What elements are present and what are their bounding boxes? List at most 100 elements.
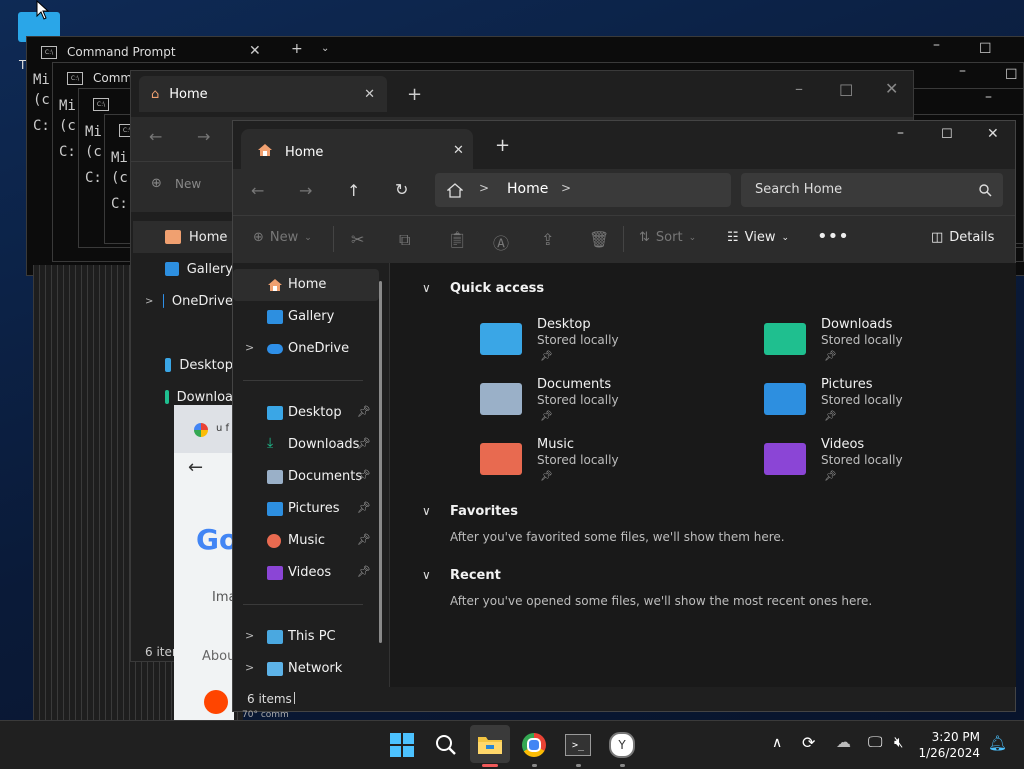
search-input[interactable]: Search Home [755, 182, 842, 197]
cloud-offline-icon[interactable]: ☁ [836, 733, 851, 751]
chevron-right-icon[interactable]: > [245, 661, 254, 674]
back-icon[interactable]: ← [149, 127, 162, 146]
sidebar-item-this-pc[interactable]: >This PC [233, 621, 379, 653]
quick-access-item-documents[interactable]: Documents Stored locally 📌︎ [480, 377, 740, 433]
close-tab-icon[interactable]: ✕ [249, 43, 261, 59]
volume-muted-icon[interactable]: 🔇︎ [894, 733, 903, 751]
pin-icon[interactable]: 📌︎ [357, 437, 371, 450]
start-button[interactable] [388, 731, 416, 759]
minimize-icon[interactable]: – [795, 79, 803, 98]
network-monitor-icon[interactable]: 🖵︎ [868, 733, 882, 751]
up-arrow-icon[interactable]: ↑ [347, 181, 360, 200]
share-icon[interactable]: ⇪ [541, 230, 554, 249]
maximize-icon[interactable]: ☐ [941, 127, 953, 142]
sidebar-item-onedrive[interactable]: >OneDrive [133, 285, 233, 317]
section-recent[interactable]: Recent [450, 568, 501, 583]
chevron-right-icon[interactable]: > [145, 296, 153, 307]
search-box[interactable]: Search Home [741, 173, 1003, 207]
taskbar-clock-app[interactable]: Y [608, 731, 636, 759]
close-window-icon[interactable]: ✕ [987, 126, 999, 142]
cut-icon[interactable]: ✂ [351, 230, 364, 249]
minimize-icon[interactable]: – [897, 125, 904, 141]
chrome-about-link[interactable]: Abou [202, 649, 235, 664]
forward-icon[interactable]: → [197, 127, 210, 146]
paste-icon[interactable]: 📋︎ [447, 230, 467, 249]
taskbar-terminal[interactable]: >_ [564, 731, 592, 759]
chevron-right-icon[interactable]: > [561, 181, 571, 195]
sidebar-item-pictures[interactable]: Pictures📌︎ [233, 493, 379, 525]
sidebar-item-home[interactable]: Home [133, 221, 233, 253]
maximize-icon[interactable]: ☐ [1005, 67, 1018, 83]
more-options-icon[interactable]: ••• [817, 226, 849, 247]
close-tab-icon[interactable]: ✕ [364, 87, 375, 102]
new-tab-icon[interactable]: + [291, 41, 303, 57]
chevron-down-icon[interactable]: ∨ [422, 504, 431, 518]
maximize-icon[interactable]: ☐ [839, 81, 853, 100]
quick-access-item-music[interactable]: Music Stored locally 📌︎ [480, 437, 740, 493]
minimize-icon[interactable]: – [933, 37, 940, 53]
quick-access-item-downloads[interactable]: Downloads Stored locally 📌︎ [764, 317, 1024, 373]
minimize-icon[interactable]: – [959, 63, 966, 79]
sidebar-item-gallery[interactable]: Gallery [233, 301, 379, 333]
copy-icon[interactable]: ⧉ [399, 230, 410, 250]
chevron-up-icon[interactable]: ∧ [772, 735, 782, 751]
notification-bell-icon[interactable]: 🔔︎ [988, 734, 1007, 752]
chevron-down-icon[interactable]: ∨ [422, 568, 431, 582]
back-icon[interactable]: ← [188, 457, 203, 478]
maximize-icon[interactable]: ☐ [979, 41, 992, 57]
explorer-tab-home[interactable]: Home ✕ [241, 129, 473, 169]
sidebar-item-network[interactable]: >Network [233, 653, 379, 685]
rename-icon[interactable]: Ⓐ [493, 230, 509, 254]
chevron-right-icon[interactable]: > [479, 181, 489, 195]
sidebar-item-home[interactable]: Home [233, 269, 379, 301]
new-tab-icon[interactable]: + [495, 135, 510, 156]
new-button[interactable]: ⊕New⌄ [253, 230, 312, 245]
explorer-window[interactable]: Home ✕ + – ☐ ✕ ← → ↑ ↻ > Home > Search H… [232, 120, 1016, 712]
view-button[interactable]: ☷View⌄ [727, 230, 789, 245]
explorer-titlebar[interactable]: Home ✕ + – ☐ ✕ [233, 121, 1015, 169]
sidebar-item-desktop[interactable]: Desktop [133, 349, 233, 381]
details-button[interactable]: ◫Details [931, 230, 994, 245]
quick-access-item-videos[interactable]: Videos Stored locally 📌︎ [764, 437, 1024, 493]
explorer-tab[interactable]: ⌂ Home ✕ [139, 76, 387, 112]
sidebar-item-music[interactable]: Music📌︎ [233, 525, 379, 557]
new-tab-icon[interactable]: + [407, 84, 422, 105]
pin-icon[interactable]: 📌︎ [357, 533, 371, 546]
chevron-down-icon[interactable]: ∨ [422, 281, 431, 295]
pin-icon[interactable]: 📌︎ [357, 469, 371, 482]
pin-icon[interactable]: 📌︎ [357, 565, 371, 578]
chevron-right-icon[interactable]: > [245, 629, 254, 642]
sidebar-item-gallery[interactable]: Gallery [133, 253, 233, 285]
sidebar-item-desktop[interactable]: Desktop📌︎ [233, 397, 379, 429]
sidebar-scrollbar[interactable] [379, 281, 382, 643]
search-button[interactable] [432, 731, 460, 759]
minimize-icon[interactable]: – [985, 89, 992, 105]
sidebar-item-documents[interactable]: Documents📌︎ [233, 461, 379, 493]
taskbar-chrome[interactable] [520, 731, 548, 759]
close-tab-icon[interactable]: ✕ [453, 143, 464, 158]
pin-icon[interactable]: 📌︎ [357, 501, 371, 514]
sidebar-item-videos[interactable]: Videos📌︎ [233, 557, 379, 589]
address-bar[interactable]: > Home > [435, 173, 731, 207]
sidebar-item-onedrive[interactable]: >OneDrive [233, 333, 379, 365]
close-window-icon[interactable]: ✕ [885, 79, 898, 98]
pin-icon[interactable]: 📌︎ [357, 405, 371, 418]
chrome-window[interactable]: u f ← Go Ima Abou [174, 405, 234, 720]
back-icon[interactable]: ← [251, 181, 264, 200]
section-favorites[interactable]: Favorites [450, 504, 518, 519]
chevron-down-icon[interactable]: ⌄ [321, 43, 329, 54]
refresh-icon[interactable]: ↻ [395, 180, 408, 199]
delete-icon[interactable]: 🗑︎ [589, 230, 609, 249]
chevron-right-icon[interactable]: > [245, 341, 254, 354]
section-quick-access[interactable]: Quick access [450, 281, 544, 296]
quick-access-item-pictures[interactable]: Pictures Stored locally 📌︎ [764, 377, 1024, 433]
taskbar-file-explorer[interactable] [470, 725, 510, 763]
sync-icon[interactable]: ⟳ [802, 733, 815, 752]
new-button[interactable]: New [175, 177, 201, 191]
forward-icon[interactable]: → [299, 181, 312, 200]
system-clock[interactable]: 3:20 PM 1/26/2024 [918, 729, 980, 761]
quick-access-item-desktop[interactable]: Desktop Stored locally 📌︎ [480, 317, 740, 373]
sidebar-item-downloads[interactable]: ⤓Downloads📌︎ [233, 429, 379, 461]
breadcrumb-home[interactable]: Home [507, 181, 548, 197]
sort-button[interactable]: ⇅Sort⌄ [639, 230, 696, 245]
